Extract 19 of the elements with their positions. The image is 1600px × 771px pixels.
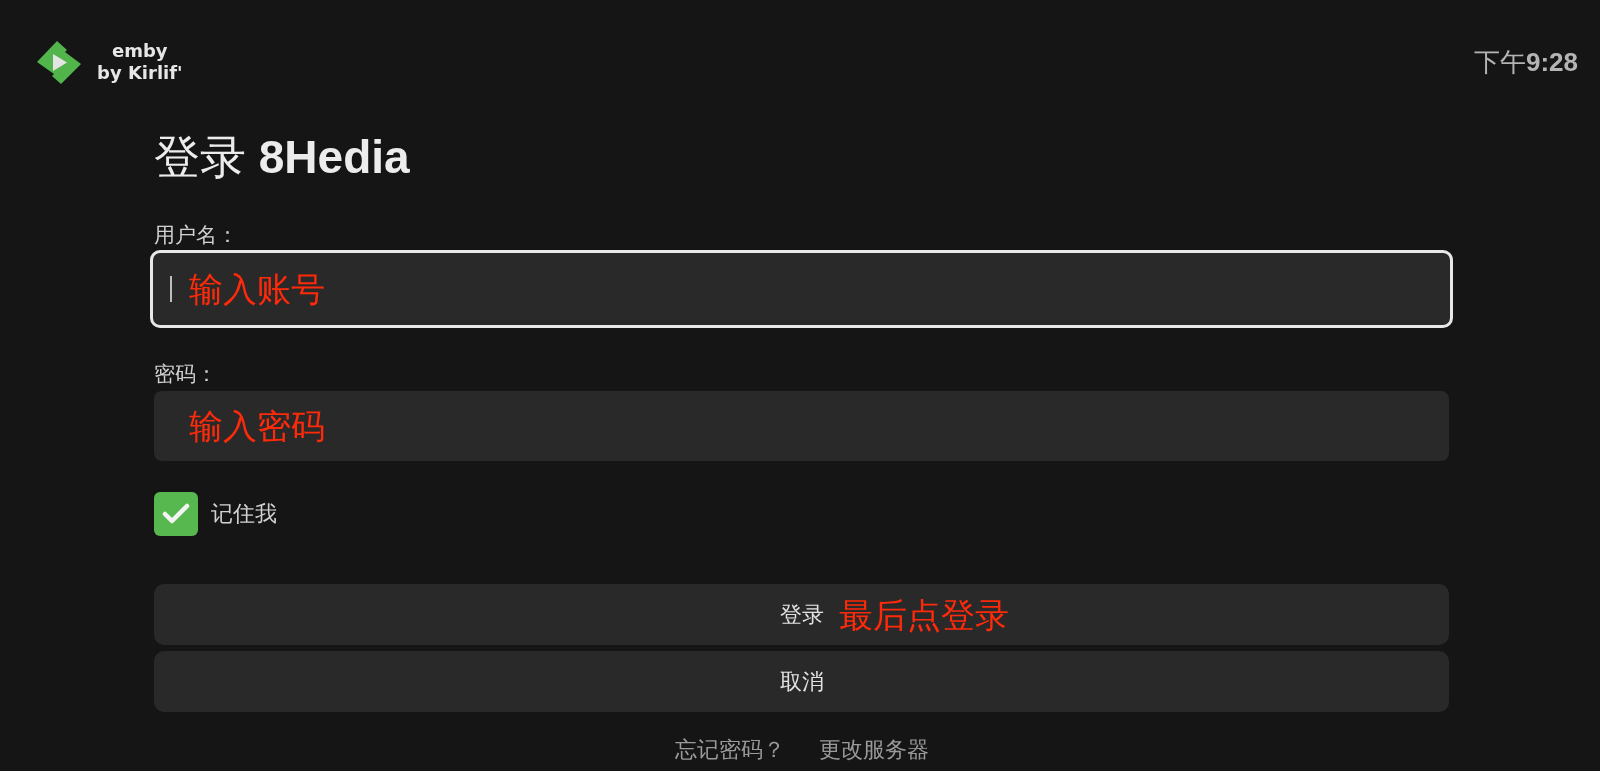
logo-tagline: by Kirlif' (97, 62, 183, 84)
check-icon (162, 503, 190, 525)
logo-icon (37, 40, 81, 84)
checkbox-label: 记住我 (211, 501, 277, 527)
forgot-password-link[interactable]: 忘记密码？ (674, 737, 785, 763)
annotation-text: 输入账号 (189, 269, 325, 309)
page-title: 登录 8Hedia (154, 132, 410, 182)
logo-name: emby (112, 40, 168, 62)
text-cursor-icon (170, 276, 172, 302)
annotation-text: 输入密码 (189, 406, 325, 446)
annotation-text: 最后点登录 (838, 594, 1009, 635)
input-field[interactable]: 输入账号 (150, 250, 1453, 328)
checkbox[interactable] (154, 492, 198, 536)
field-label: 密码： (154, 362, 217, 386)
clock-text: 下午9:28 (1473, 47, 1578, 77)
change-server-link[interactable]: 更改服务器 (818, 737, 929, 763)
input-field[interactable]: 输入密码 (154, 391, 1449, 461)
cancel-button[interactable]: 取消 (154, 651, 1449, 712)
field-label: 用户名： (154, 223, 238, 247)
